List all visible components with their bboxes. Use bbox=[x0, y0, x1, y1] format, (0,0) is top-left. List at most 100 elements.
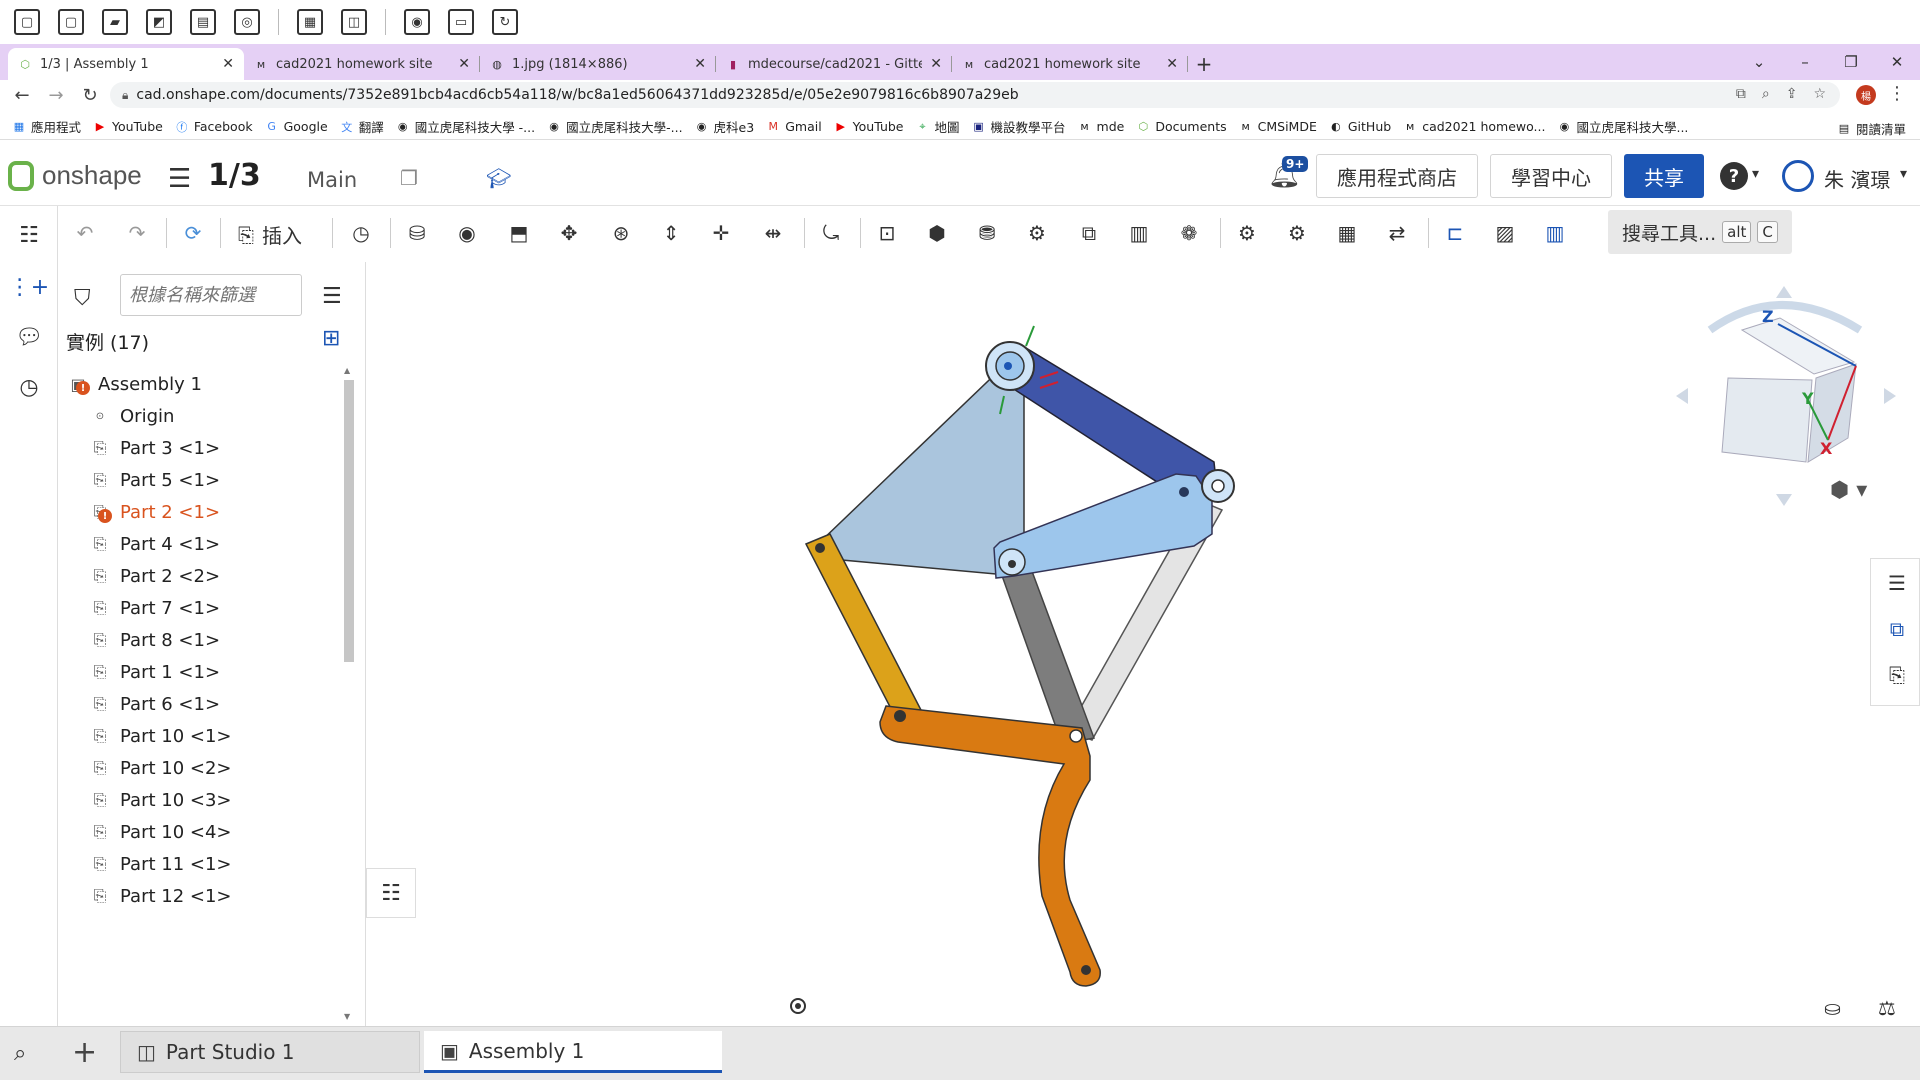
tab-search-icon[interactable]: ⌄ bbox=[1736, 53, 1782, 71]
share-page-icon[interactable]: ⇪ bbox=[1786, 86, 1798, 102]
browser-tab[interactable]: ᴍ cad2021 homework site ✕ bbox=[244, 48, 480, 80]
reload-icon[interactable]: ↻ bbox=[80, 85, 100, 106]
tree-row-part[interactable]: ⎘ Part 11 <1> bbox=[88, 846, 232, 882]
back-icon[interactable]: ← bbox=[12, 85, 32, 106]
tree-row-part[interactable]: ⎘ Part 10 <1> bbox=[88, 718, 232, 754]
tab-part-studio[interactable]: ◫ Part Studio 1 bbox=[120, 1031, 420, 1073]
tree-row-part-error[interactable]: ⎘! Part 2 <1> bbox=[88, 494, 220, 530]
bookmark-item[interactable]: ◉ 國立虎尾科技大學 -... bbox=[396, 117, 535, 136]
history-clock-icon[interactable]: ◷ bbox=[346, 218, 376, 248]
tab-close-icon[interactable]: ✕ bbox=[458, 56, 470, 72]
user-avatar-icon[interactable] bbox=[1782, 160, 1814, 192]
bookmark-item[interactable]: ▶ YouTube bbox=[834, 119, 903, 134]
pattern-icon[interactable]: ▦ bbox=[1332, 218, 1362, 248]
bookmark-star-icon[interactable]: ☆ bbox=[1813, 86, 1826, 102]
collapse-panel-button[interactable]: ☷ bbox=[366, 868, 416, 918]
bookmark-item[interactable]: ▣ 機設教學平台 bbox=[972, 117, 1065, 136]
close-window-icon[interactable]: ✕ bbox=[1874, 53, 1920, 71]
gear-relation-icon[interactable]: ⚙ bbox=[1022, 218, 1052, 248]
shell-disk-icon[interactable]: ◎ bbox=[234, 9, 260, 35]
add-folder-icon[interactable]: ⊞ bbox=[322, 326, 340, 351]
tree-row-part[interactable]: ⎘ Part 10 <3> bbox=[88, 782, 232, 818]
shell-book-icon[interactable]: ▤ bbox=[190, 9, 216, 35]
bookmark-item[interactable]: ⬡ Documents bbox=[1136, 119, 1227, 134]
tree-row-part[interactable]: ⎘ Part 2 <2> bbox=[88, 558, 220, 594]
shell-layout-icon[interactable]: ▦ bbox=[297, 9, 323, 35]
tab-assembly[interactable]: ▣ Assembly 1 bbox=[424, 1031, 722, 1073]
tree-row-part[interactable]: ⎘ Part 10 <4> bbox=[88, 814, 232, 850]
bookmark-item[interactable]: ▶ YouTube bbox=[93, 119, 163, 134]
mirror-icon[interactable]: ⚙ bbox=[1282, 218, 1312, 248]
graphics-viewport[interactable]: ☷ bbox=[366, 262, 1920, 1026]
view-options-cube-icon[interactable]: ⬢ ▾ bbox=[1830, 478, 1867, 503]
tree-row-origin[interactable]: ⊙ Origin bbox=[88, 398, 175, 434]
shell-refresh-icon[interactable]: ↻ bbox=[492, 9, 518, 35]
document-name[interactable]: 1/3 bbox=[208, 158, 261, 193]
zoom-icon[interactable]: ⌕ bbox=[1762, 86, 1770, 102]
forward-icon[interactable]: → bbox=[46, 85, 66, 106]
parallel-mate-icon[interactable]: ⇹ bbox=[758, 218, 788, 248]
shell-doc2-icon[interactable]: ▢ bbox=[58, 9, 84, 35]
bom-icon[interactable]: ▥ bbox=[1540, 218, 1570, 248]
scrollbar-thumb[interactable] bbox=[344, 380, 354, 662]
regenerate-icon[interactable]: ⟳ bbox=[178, 218, 208, 248]
properties-panel-icon[interactable]: ☰ bbox=[1883, 569, 1911, 597]
mate-connector-icon[interactable]: ⋮+ bbox=[9, 272, 49, 302]
panel-scrollbar[interactable]: ▲ ▼ bbox=[342, 366, 354, 1022]
tree-row-part[interactable]: ⎘ Part 7 <1> bbox=[88, 590, 220, 626]
learning-center-button[interactable]: 學習中心 bbox=[1490, 154, 1612, 198]
explode-view-icon[interactable]: ⇄ bbox=[1382, 218, 1412, 248]
bookmark-item[interactable]: G Google bbox=[265, 119, 327, 134]
shell-shape-icon[interactable]: ◩ bbox=[146, 9, 172, 35]
tree-row-part[interactable]: ⎘ Part 3 <1> bbox=[88, 430, 220, 466]
app-store-button[interactable]: 應用程式商店 bbox=[1316, 154, 1478, 198]
search-tools-button[interactable]: 搜尋工具... alt C bbox=[1608, 210, 1792, 254]
bookmark-item[interactable]: ᴍ mde bbox=[1078, 119, 1124, 134]
undo-icon[interactable]: ↶ bbox=[70, 218, 100, 248]
help-dropdown-icon[interactable]: ▾ bbox=[1752, 166, 1759, 182]
browser-tab[interactable]: ◍ 1.jpg (1814×886) ✕ bbox=[480, 48, 716, 80]
tree-row-assembly[interactable]: ▣! Assembly 1 bbox=[66, 366, 202, 402]
education-cap-icon[interactable]: 🎓︎ bbox=[486, 166, 511, 190]
share-button[interactable]: 共享 bbox=[1624, 154, 1704, 198]
tree-row-part[interactable]: ⎘ Part 10 <2> bbox=[88, 750, 232, 786]
linear-relation-icon[interactable]: ❁ bbox=[1174, 218, 1204, 248]
mass-properties-icon[interactable]: ⚖ bbox=[1878, 996, 1896, 1020]
versions-icon[interactable]: ❐ bbox=[400, 166, 418, 190]
scroll-down-icon[interactable]: ▼ bbox=[344, 1012, 350, 1021]
rack-pinion-icon[interactable]: ⧉ bbox=[1074, 218, 1104, 248]
units-icon[interactable]: ⛀ bbox=[1824, 996, 1841, 1020]
tab-close-icon[interactable]: ✕ bbox=[694, 56, 706, 72]
bookmark-item[interactable]: ⌖ 地圖 bbox=[916, 117, 959, 136]
tree-row-part[interactable]: ⎘ Part 1 <1> bbox=[88, 654, 220, 690]
bookmark-apps[interactable]: ▦ 應用程式 bbox=[12, 117, 81, 136]
tab-close-icon[interactable]: ✕ bbox=[930, 56, 942, 72]
tangent-mate-icon[interactable]: ⤿ bbox=[816, 218, 846, 248]
comments-icon[interactable]: 💬︎ bbox=[14, 322, 44, 352]
bookmark-item[interactable]: ◉ 國立虎尾科技大學-... bbox=[547, 117, 682, 136]
appearance-panel-icon[interactable]: ⧉ bbox=[1883, 615, 1911, 643]
tab-manager-search-icon[interactable]: ⌕ bbox=[14, 1041, 26, 1066]
bookmark-item[interactable]: ⓕ Facebook bbox=[175, 119, 252, 134]
browser-tab[interactable]: ᴍ cad2021 homework site ✕ bbox=[952, 48, 1188, 80]
tab-close-icon[interactable]: ✕ bbox=[1166, 56, 1178, 72]
shell-view-icon[interactable]: ◉ bbox=[404, 9, 430, 35]
bom-panel-icon[interactable]: ⎘ bbox=[1883, 661, 1911, 689]
filter-input[interactable] bbox=[120, 274, 302, 316]
replicate-icon[interactable]: ⚙ bbox=[1232, 218, 1262, 248]
revolute-mate-icon[interactable]: ◉ bbox=[452, 218, 482, 248]
hamburger-menu-icon[interactable]: ☰ bbox=[168, 164, 191, 194]
list-view-icon[interactable]: ☰ bbox=[322, 284, 342, 309]
shell-doc-icon[interactable]: ▢ bbox=[14, 9, 40, 35]
tree-row-part[interactable]: ⎘ Part 5 <1> bbox=[88, 462, 220, 498]
browser-tab[interactable]: ⬡ 1/3 | Assembly 1 ✕ bbox=[8, 48, 244, 80]
minimize-icon[interactable]: – bbox=[1782, 53, 1828, 71]
user-name[interactable]: 朱 濱璟 bbox=[1824, 164, 1890, 193]
bookmark-item[interactable]: ◐ GitHub bbox=[1329, 119, 1391, 134]
tab-close-icon[interactable]: ✕ bbox=[222, 56, 234, 72]
translate-icon[interactable]: ⧉ bbox=[1736, 86, 1746, 102]
shell-sheet-icon[interactable]: ▰ bbox=[102, 9, 128, 35]
group-icon[interactable]: ⬢ bbox=[922, 218, 952, 248]
scroll-up-icon[interactable]: ▲ bbox=[344, 366, 350, 375]
bookmark-item[interactable]: ᴍ CMSiMDE bbox=[1239, 119, 1316, 134]
